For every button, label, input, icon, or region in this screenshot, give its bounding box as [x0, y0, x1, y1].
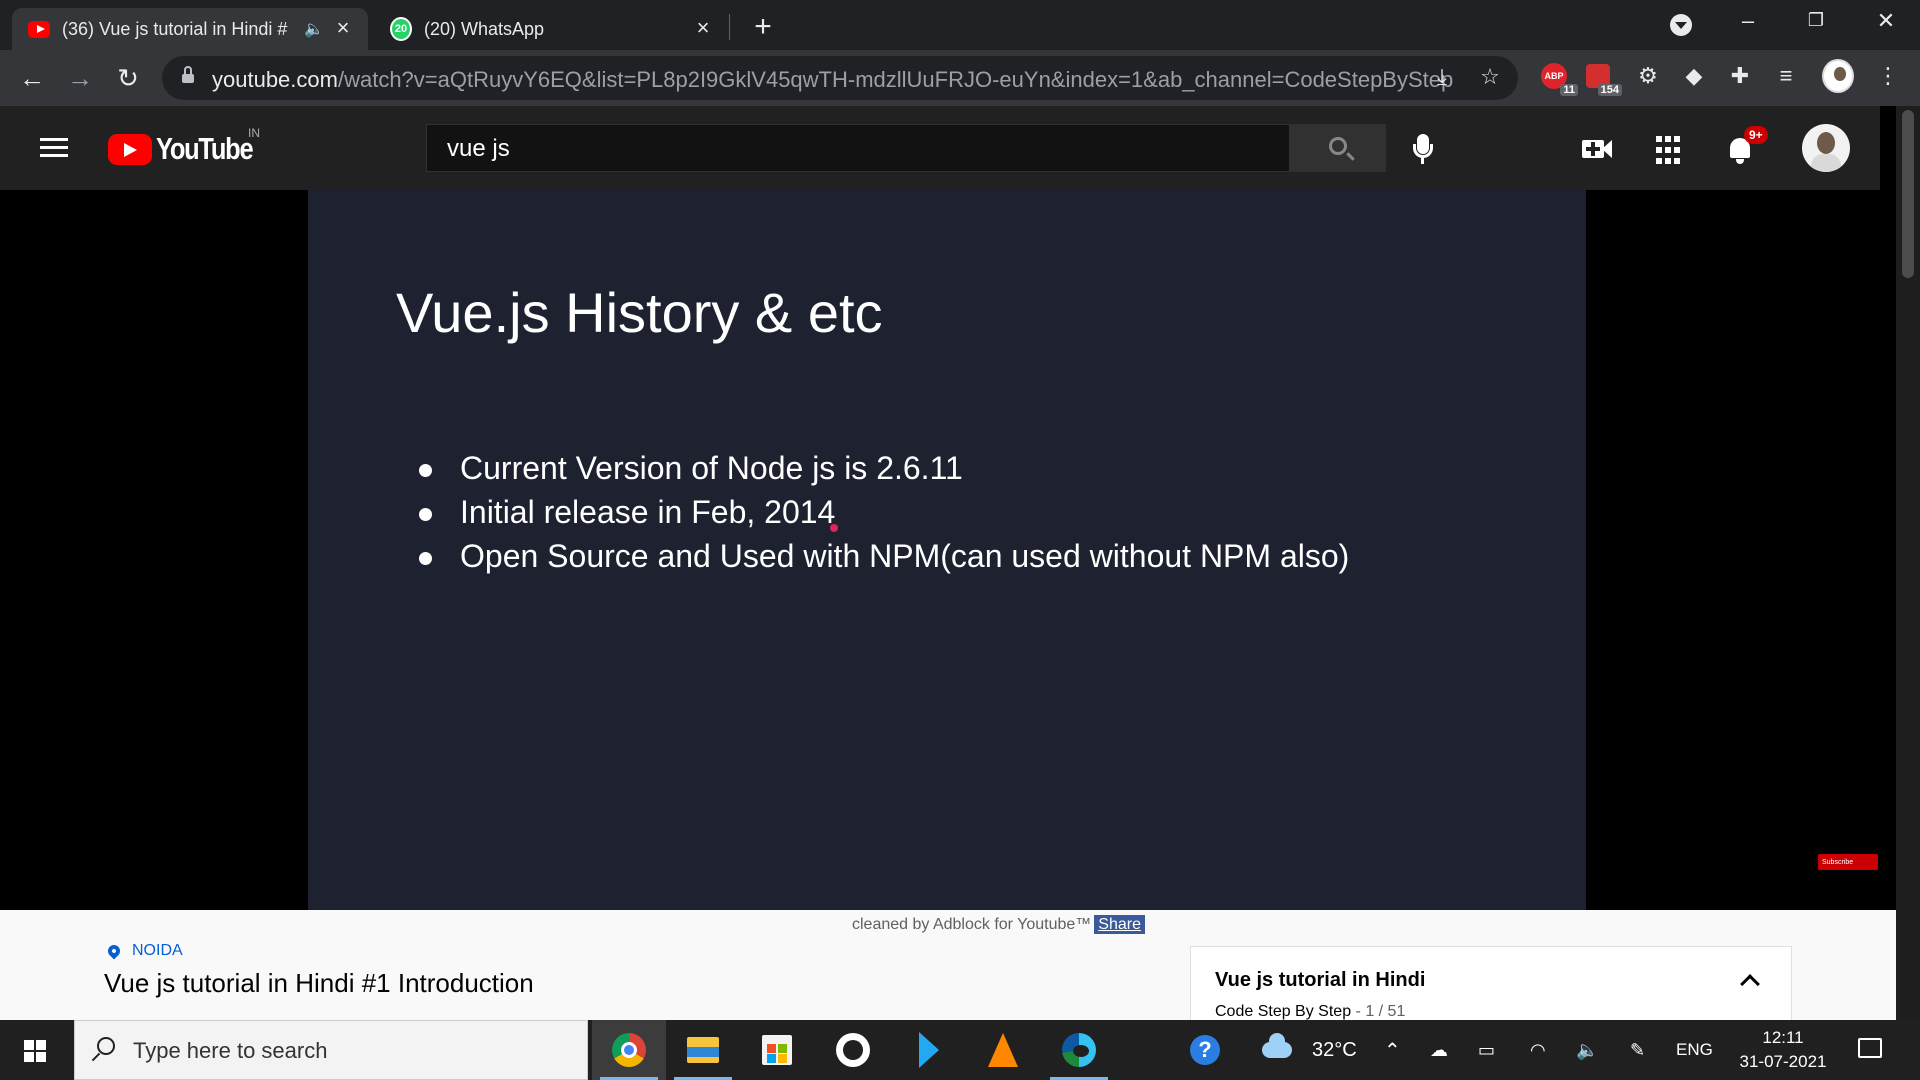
red-extension-icon[interactable]: 154 — [1582, 60, 1622, 96]
vlc-icon[interactable] — [966, 1020, 1040, 1080]
adblock-plus-icon[interactable]: ABP 11 — [1538, 60, 1578, 96]
slide-bullet: Initial release in Feb, 2014 — [412, 490, 1349, 534]
action-center-icon[interactable] — [1858, 1038, 1882, 1058]
help-icon[interactable]: ? — [1168, 1020, 1242, 1080]
country-code: IN — [248, 126, 260, 140]
microphone-icon[interactable] — [1412, 134, 1433, 168]
minimize-icon[interactable]: – — [1728, 8, 1768, 34]
slide-bullet: Current Version of Node js is 2.6.11 — [412, 446, 1349, 490]
onedrive-cloud-icon[interactable]: ☁ — [1430, 1020, 1448, 1080]
close-tab-icon[interactable]: × — [692, 17, 714, 40]
url-text[interactable]: youtube.com/watch?v=aQtRuyvY6EQ&list=PL8… — [212, 67, 1453, 93]
tab-whatsapp[interactable]: 20 (20) WhatsApp × — [376, 8, 726, 50]
microsoft-store-icon[interactable] — [740, 1020, 814, 1080]
playlist-title[interactable]: Vue js tutorial in Hindi — [1215, 969, 1425, 992]
youtube-logo[interactable]: YouTube IN — [108, 126, 274, 166]
address-bar[interactable]: youtube.com/watch?v=aQtRuyvY6EQ&list=PL8… — [162, 56, 1518, 100]
file-explorer-icon[interactable] — [666, 1020, 740, 1080]
reload-icon[interactable]: ↻ — [112, 62, 144, 94]
lock-icon[interactable] — [182, 66, 194, 84]
browser-toolbar: ← → ↻ youtube.com/watch?v=aQtRuyvY6EQ&li… — [0, 50, 1920, 106]
account-avatar[interactable] — [1802, 124, 1850, 172]
battery-icon[interactable]: ▭ — [1478, 1020, 1495, 1080]
video-player[interactable]: Vue.js History & etc Current Version of … — [0, 190, 1896, 910]
tab-separator — [729, 14, 730, 40]
whatsapp-favicon-icon: 20 — [390, 17, 412, 41]
search-button[interactable] — [1290, 124, 1386, 172]
install-icon[interactable]: ⤓ — [1428, 64, 1456, 90]
pen-icon[interactable]: ✎ — [1630, 1020, 1645, 1080]
youtube-header: YouTube IN vue js 9+ — [0, 106, 1880, 190]
new-tab-button[interactable]: + — [748, 10, 778, 44]
share-link[interactable]: Share — [1094, 915, 1145, 934]
clock-time: 12:11 — [1762, 1028, 1804, 1047]
edge-browser-icon[interactable] — [1042, 1020, 1116, 1080]
page-scrollbar[interactable] — [1896, 106, 1920, 1020]
location-pin-icon — [105, 942, 123, 960]
browser-tab-strip: (36) Vue js tutorial in Hindi # 🔈 × 20 (… — [0, 0, 1920, 50]
slide-title: Vue.js History & etc — [396, 281, 883, 344]
search-input[interactable]: vue js — [426, 124, 1290, 172]
bookmark-star-icon[interactable]: ☆ — [1476, 64, 1504, 90]
chrome-taskbar-icon[interactable] — [592, 1020, 666, 1080]
video-title: Vue js tutorial in Hindi #1 Introduction — [104, 968, 534, 998]
menu-kebab-icon[interactable]: ⋮ — [1872, 60, 1904, 92]
taskbar-search-box[interactable]: Type here to search — [74, 1020, 588, 1080]
slide-bullet: Open Source and Used with NPM(can used w… — [412, 534, 1349, 578]
adblock-note: cleaned by Adblock for Youtube™ Share — [852, 915, 1145, 934]
clock-date: 31-07-2021 — [1739, 1052, 1827, 1071]
close-window-icon[interactable]: ✕ — [1866, 8, 1906, 34]
playlist-subtitle: Code Step By Step - 1 / 51 — [1215, 1003, 1405, 1021]
video-info-section: cleaned by Adblock for Youtube™ Share NOI… — [0, 910, 1896, 1026]
create-video-icon[interactable] — [1582, 134, 1614, 164]
system-clock[interactable]: 12:11 31-07-2021 — [1728, 1026, 1838, 1074]
wifi-icon[interactable]: ◠ — [1530, 1020, 1546, 1080]
hamburger-menu-icon[interactable] — [40, 138, 68, 158]
scrollbar-thumb[interactable] — [1902, 110, 1914, 278]
close-tab-icon[interactable]: × — [332, 17, 354, 40]
search-icon — [1329, 137, 1347, 155]
playlist-panel[interactable]: Vue js tutorial in Hindi Code Step By St… — [1190, 946, 1792, 1026]
media-queue-icon[interactable]: ≡ — [1770, 60, 1802, 92]
youtube-favicon-icon — [28, 18, 50, 40]
back-arrow-icon[interactable]: ← — [16, 62, 48, 94]
extension-gear-icon[interactable]: ⚙ — [1632, 60, 1664, 92]
forward-arrow-icon[interactable]: → — [64, 62, 96, 94]
search-icon — [97, 1037, 115, 1055]
restore-icon[interactable]: ❐ — [1796, 10, 1836, 31]
slide-bullets: Current Version of Node js is 2.6.11 Ini… — [412, 446, 1349, 578]
speaker-icon[interactable]: 🔈 — [304, 19, 324, 39]
extension-color-icon[interactable]: ◆ — [1678, 60, 1710, 92]
vscode-icon[interactable] — [892, 1020, 966, 1080]
windows-taskbar: Type here to search ? 32°C ⌃ ☁ ▭ ◠ 🔈 ✎ E… — [0, 1020, 1920, 1080]
pointer-dot — [830, 524, 838, 532]
playlist-channel[interactable]: Code Step By Step — [1215, 1003, 1351, 1020]
tab-title: (20) WhatsApp — [424, 18, 545, 39]
notification-badge: 9+ — [1744, 126, 1768, 144]
subscribe-watermark[interactable]: Subscribe — [1818, 854, 1878, 870]
windows-start-icon[interactable] — [24, 1040, 46, 1062]
playlist-position: - 1 / 51 — [1355, 1003, 1406, 1020]
apps-grid-icon[interactable] — [1656, 136, 1688, 166]
extensions-puzzle-icon[interactable]: ✚ — [1724, 60, 1756, 92]
tab-title: (36) Vue js tutorial in Hindi # — [62, 18, 288, 39]
weather-widget[interactable]: 32°C — [1262, 1020, 1357, 1080]
temperature: 32°C — [1312, 1038, 1357, 1061]
collapse-chevron-icon[interactable] — [1740, 974, 1760, 994]
cloud-icon — [1262, 1033, 1292, 1058]
location-tag[interactable]: NOIDA — [105, 942, 183, 960]
tab-youtube[interactable]: (36) Vue js tutorial in Hindi # 🔈 × — [12, 8, 368, 50]
show-hidden-icons-icon[interactable]: ⌃ — [1384, 1020, 1401, 1080]
tab-search-icon[interactable] — [1670, 14, 1692, 36]
github-desktop-icon[interactable] — [816, 1020, 890, 1080]
youtube-play-icon — [108, 133, 152, 165]
volume-icon[interactable]: 🔈 — [1576, 1020, 1598, 1080]
language-indicator[interactable]: ENG — [1676, 1020, 1713, 1080]
profile-avatar[interactable] — [1822, 59, 1854, 93]
slide-frame: Vue.js History & etc Current Version of … — [308, 190, 1586, 910]
